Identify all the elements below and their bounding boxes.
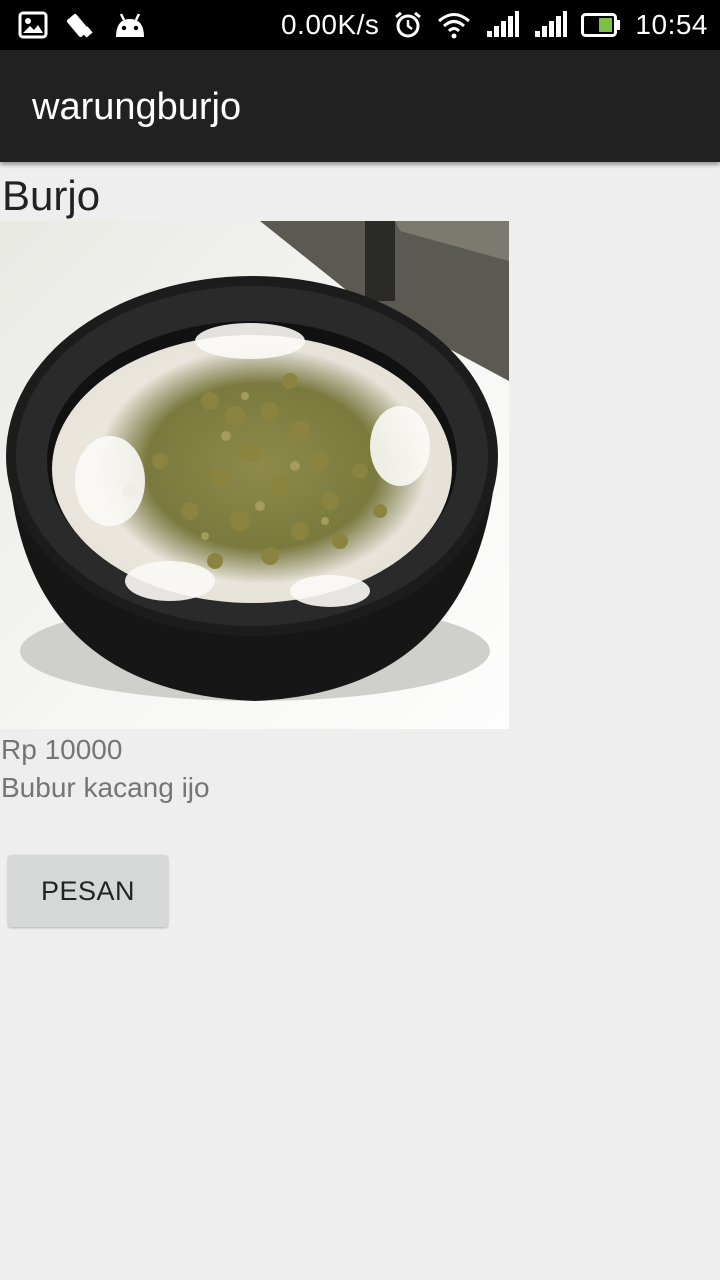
- clock: 10:54: [635, 9, 708, 40]
- item-description: Bubur kacang ijo: [1, 772, 210, 803]
- order-button[interactable]: PESAN: [8, 855, 168, 927]
- image-notification-icon: [18, 11, 48, 39]
- android-notification-icon: [112, 11, 148, 39]
- item-price: Rp 10000: [1, 734, 123, 765]
- app-title: warungburjo: [32, 86, 242, 128]
- bug-notification-icon: [66, 11, 94, 39]
- app-bar: warungburjo: [0, 50, 720, 162]
- alarm-icon: [393, 10, 423, 40]
- wifi-icon: [437, 11, 471, 39]
- network-speed: 0.00K/s: [280, 9, 380, 40]
- battery-icon: [581, 13, 621, 37]
- signal-icon: [485, 11, 520, 39]
- item-name: Burjo: [2, 172, 101, 219]
- notification-icons: [18, 0, 148, 50]
- signal-icon-2: [533, 11, 568, 39]
- status-bar: 0.00K/s 10:54: [0, 0, 720, 50]
- food-image: [0, 221, 509, 729]
- system-indicators: 0.00K/s 10:54: [281, 0, 708, 50]
